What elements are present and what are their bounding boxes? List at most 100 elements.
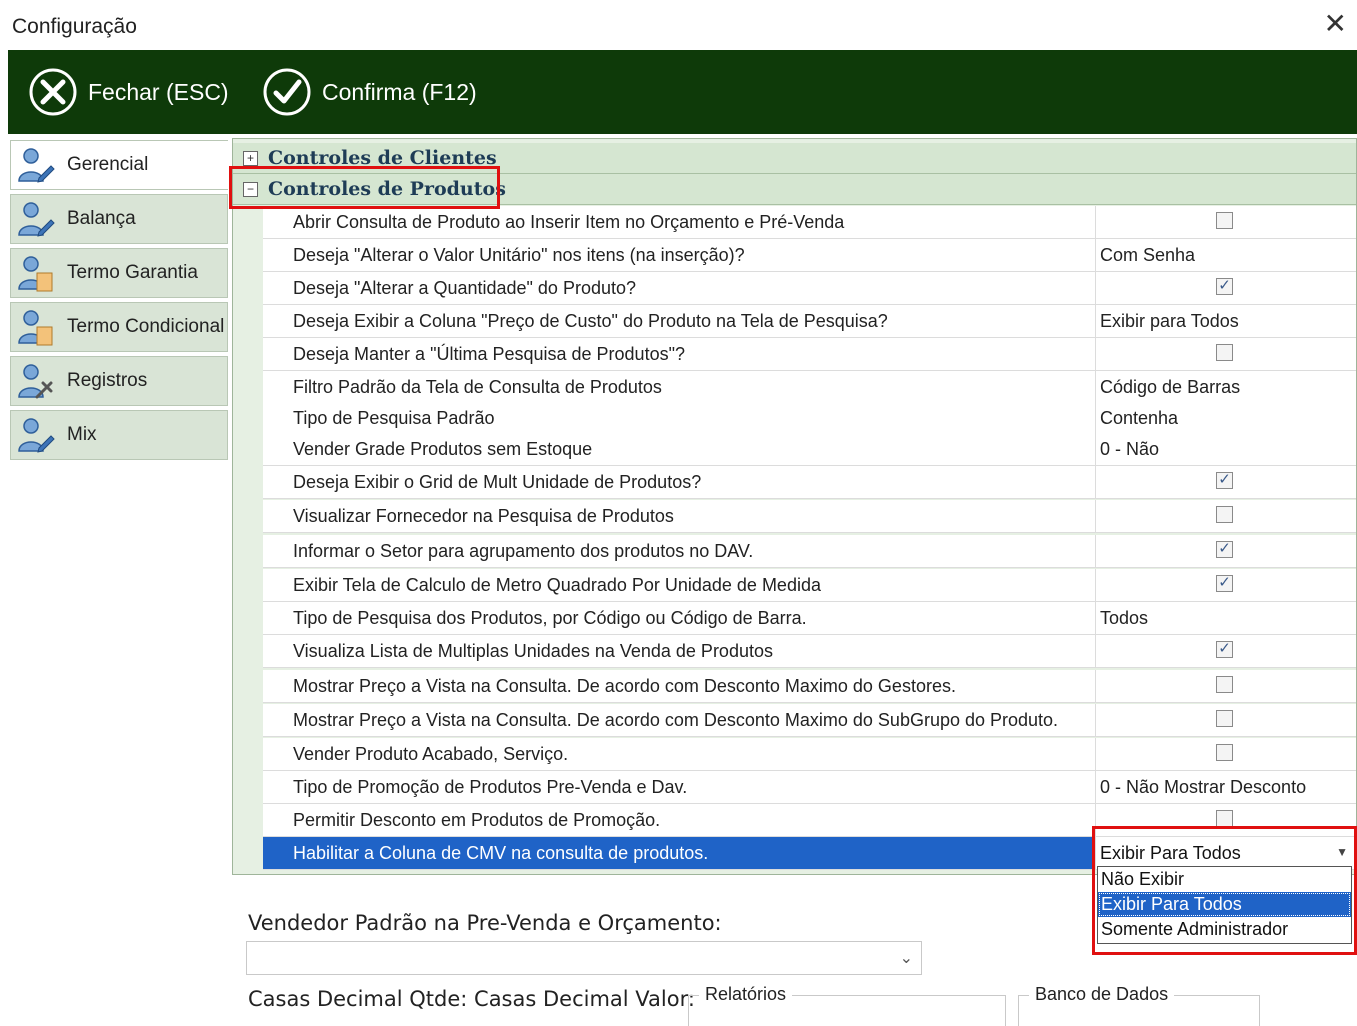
sidebar-item-termo-garantia[interactable]: Termo Garantia (10, 248, 228, 298)
setting-label: Visualizar Fornecedor na Pesquisa de Pro… (293, 506, 674, 526)
checkbox-checked[interactable]: ✓ (1216, 278, 1233, 295)
relatorios-label: Relatórios (699, 984, 793, 1005)
confirma-label: Confirma (F12) (322, 78, 477, 105)
setting-label: Visualiza Lista de Multiplas Unidades na… (293, 641, 773, 661)
sidebar-item-label: Gerencial (67, 154, 149, 175)
user-document-icon (18, 310, 53, 346)
relatorios-groupbox: Relatórios (688, 984, 1006, 1026)
setting-value-cell[interactable] (1095, 500, 1356, 532)
sidebar-item-mix[interactable]: Mix (10, 410, 228, 460)
checkbox-checked[interactable]: ✓ (1216, 641, 1233, 658)
setting-row[interactable]: Deseja "Alterar a Quantidade" do Produto… (263, 272, 1356, 305)
toolbar: Fechar (ESC) Confirma (F12) (8, 50, 1357, 134)
setting-value: 0 - Não (1100, 439, 1160, 459)
checkbox[interactable] (1216, 212, 1233, 229)
sidebar-item-gerencial[interactable]: Gerencial (10, 140, 228, 190)
checkbox-checked[interactable]: ✓ (1216, 541, 1233, 558)
setting-label: Mostrar Preço a Vista na Consulta. De ac… (293, 676, 956, 696)
vendedor-label: Vendedor Padrão na Pre-Venda e Orçamento… (248, 911, 722, 935)
sidebar: Gerencial Balança Termo Garantia Termo C… (8, 138, 230, 1017)
setting-value-cell[interactable] (1095, 670, 1356, 702)
checkbox-checked[interactable]: ✓ (1216, 575, 1233, 592)
setting-value-cell[interactable]: 0 - Não Mostrar Desconto (1095, 771, 1356, 803)
close-window-icon[interactable]: ✕ (1324, 10, 1347, 38)
setting-label: Habilitar a Coluna de CMV na consulta de… (293, 843, 709, 863)
setting-value: 0 - Não Mostrar Desconto (1100, 777, 1307, 797)
setting-value-cell[interactable]: Contenha (1095, 402, 1356, 434)
setting-value-cell[interactable]: ✓ (1095, 635, 1356, 667)
setting-label: Mostrar Preço a Vista na Consulta. De ac… (293, 710, 1059, 730)
sidebar-item-label: Mix (67, 424, 97, 445)
setting-row[interactable]: Tipo de Promoção de Produtos Pre-Venda e… (263, 771, 1356, 804)
sidebar-item-termo-condicional[interactable]: Termo Condicional (10, 302, 228, 352)
setting-row[interactable]: Visualizar Fornecedor na Pesquisa de Pro… (263, 500, 1356, 533)
checkbox[interactable] (1216, 676, 1233, 693)
setting-label: Deseja Exibir o Grid de Mult Unidade de … (293, 472, 702, 492)
setting-value: Contenha (1100, 408, 1179, 428)
setting-label: Deseja Manter a "Última Pesquisa de Prod… (293, 344, 685, 364)
sidebar-item-label: Registros (67, 370, 148, 391)
sidebar-item-label: Termo Condicional (67, 316, 225, 337)
checkbox[interactable] (1216, 710, 1233, 727)
setting-row[interactable]: Abrir Consulta de Produto ao Inserir Ite… (263, 206, 1356, 239)
setting-value: Exibir para Todos (1100, 311, 1239, 331)
fechar-button[interactable]: Fechar (ESC) (28, 66, 229, 118)
setting-row[interactable]: Deseja Exibir a Coluna "Preço de Custo" … (263, 305, 1356, 338)
user-edit-icon (18, 418, 55, 453)
checkbox[interactable] (1216, 744, 1233, 761)
setting-label: Deseja Exibir a Coluna "Preço de Custo" … (293, 311, 888, 331)
setting-row[interactable]: Mostrar Preço a Vista na Consulta. De ac… (263, 670, 1356, 703)
setting-label: Tipo de Pesquisa Padrão (293, 408, 495, 428)
setting-row[interactable]: Deseja Manter a "Última Pesquisa de Prod… (263, 338, 1356, 371)
banco-de-dados-label: Banco de Dados (1029, 984, 1175, 1005)
setting-label: Filtro Padrão da Tela de Consulta de Pro… (293, 377, 662, 397)
setting-row[interactable]: Informar o Setor para agrupamento dos pr… (263, 535, 1356, 568)
setting-row[interactable]: Tipo de Pesquisa Padrão Contenha (263, 402, 1356, 435)
setting-row[interactable]: Vender Grade Produtos sem Estoque 0 - Não (263, 433, 1356, 466)
sidebar-item-balanca[interactable]: Balança (10, 194, 228, 244)
checkbox[interactable] (1216, 506, 1233, 523)
setting-value-cell[interactable] (1095, 338, 1356, 370)
setting-row[interactable]: Visualiza Lista de Multiplas Unidades na… (263, 635, 1356, 668)
setting-value-cell[interactable] (1095, 206, 1356, 238)
setting-value-cell[interactable]: Exibir para Todos (1095, 305, 1356, 337)
banco-de-dados-groupbox: Banco de Dados (1018, 984, 1260, 1026)
setting-value-cell[interactable]: ✓ (1095, 466, 1356, 498)
setting-value-cell[interactable] (1095, 704, 1356, 736)
setting-row[interactable]: Vender Produto Acabado, Serviço. (263, 738, 1356, 771)
sidebar-item-label: Balança (67, 208, 136, 229)
expand-icon[interactable]: + (243, 150, 258, 166)
checkbox-checked[interactable]: ✓ (1216, 472, 1233, 489)
checkbox[interactable] (1216, 344, 1233, 361)
window-titlebar: Configuração ✕ (0, 0, 1357, 50)
confirma-button[interactable]: Confirma (F12) (262, 66, 477, 118)
settings-grid: + Controles de Clientes − Controles de P… (232, 138, 1357, 875)
setting-value-cell[interactable]: Com Senha (1095, 239, 1356, 271)
setting-row[interactable]: Exibir Tela de Calculo de Metro Quadrado… (263, 569, 1356, 602)
user-edit-icon (18, 202, 55, 237)
setting-value-cell[interactable]: Código de Barras (1095, 371, 1356, 403)
setting-row[interactable]: Deseja Exibir o Grid de Mult Unidade de … (263, 466, 1356, 499)
setting-label: Vender Produto Acabado, Serviço. (293, 744, 569, 764)
setting-label: Exibir Tela de Calculo de Metro Quadrado… (293, 575, 821, 595)
setting-value-cell[interactable]: ✓ (1095, 569, 1356, 601)
setting-row[interactable]: Filtro Padrão da Tela de Consulta de Pro… (263, 371, 1356, 404)
vendedor-select[interactable]: ⌄ (246, 941, 922, 975)
setting-label: Informar o Setor para agrupamento dos pr… (293, 541, 754, 561)
user-document-icon (18, 256, 53, 292)
setting-label: Tipo de Pesquisa dos Produtos, por Códig… (293, 608, 807, 628)
setting-row[interactable]: Mostrar Preço a Vista na Consulta. De ac… (263, 704, 1356, 737)
setting-row[interactable]: Deseja "Alterar o Valor Unitário" nos it… (263, 239, 1356, 272)
sidebar-item-registros[interactable]: Registros (10, 356, 228, 406)
checkbox[interactable] (1216, 810, 1233, 827)
setting-row[interactable]: Tipo de Pesquisa dos Produtos, por Códig… (263, 602, 1356, 635)
setting-value-cell[interactable]: 0 - Não (1095, 433, 1356, 465)
user-tools-icon (18, 364, 53, 399)
setting-value-cell[interactable]: Todos (1095, 602, 1356, 634)
setting-value-cell[interactable]: ✓ (1095, 272, 1356, 304)
setting-value-cell[interactable]: ✓ (1095, 535, 1356, 567)
setting-label: Permitir Desconto em Produtos de Promoçã… (293, 810, 661, 830)
setting-value: Com Senha (1100, 245, 1196, 265)
setting-value-cell[interactable] (1095, 738, 1356, 770)
x-circle-icon (29, 68, 77, 116)
